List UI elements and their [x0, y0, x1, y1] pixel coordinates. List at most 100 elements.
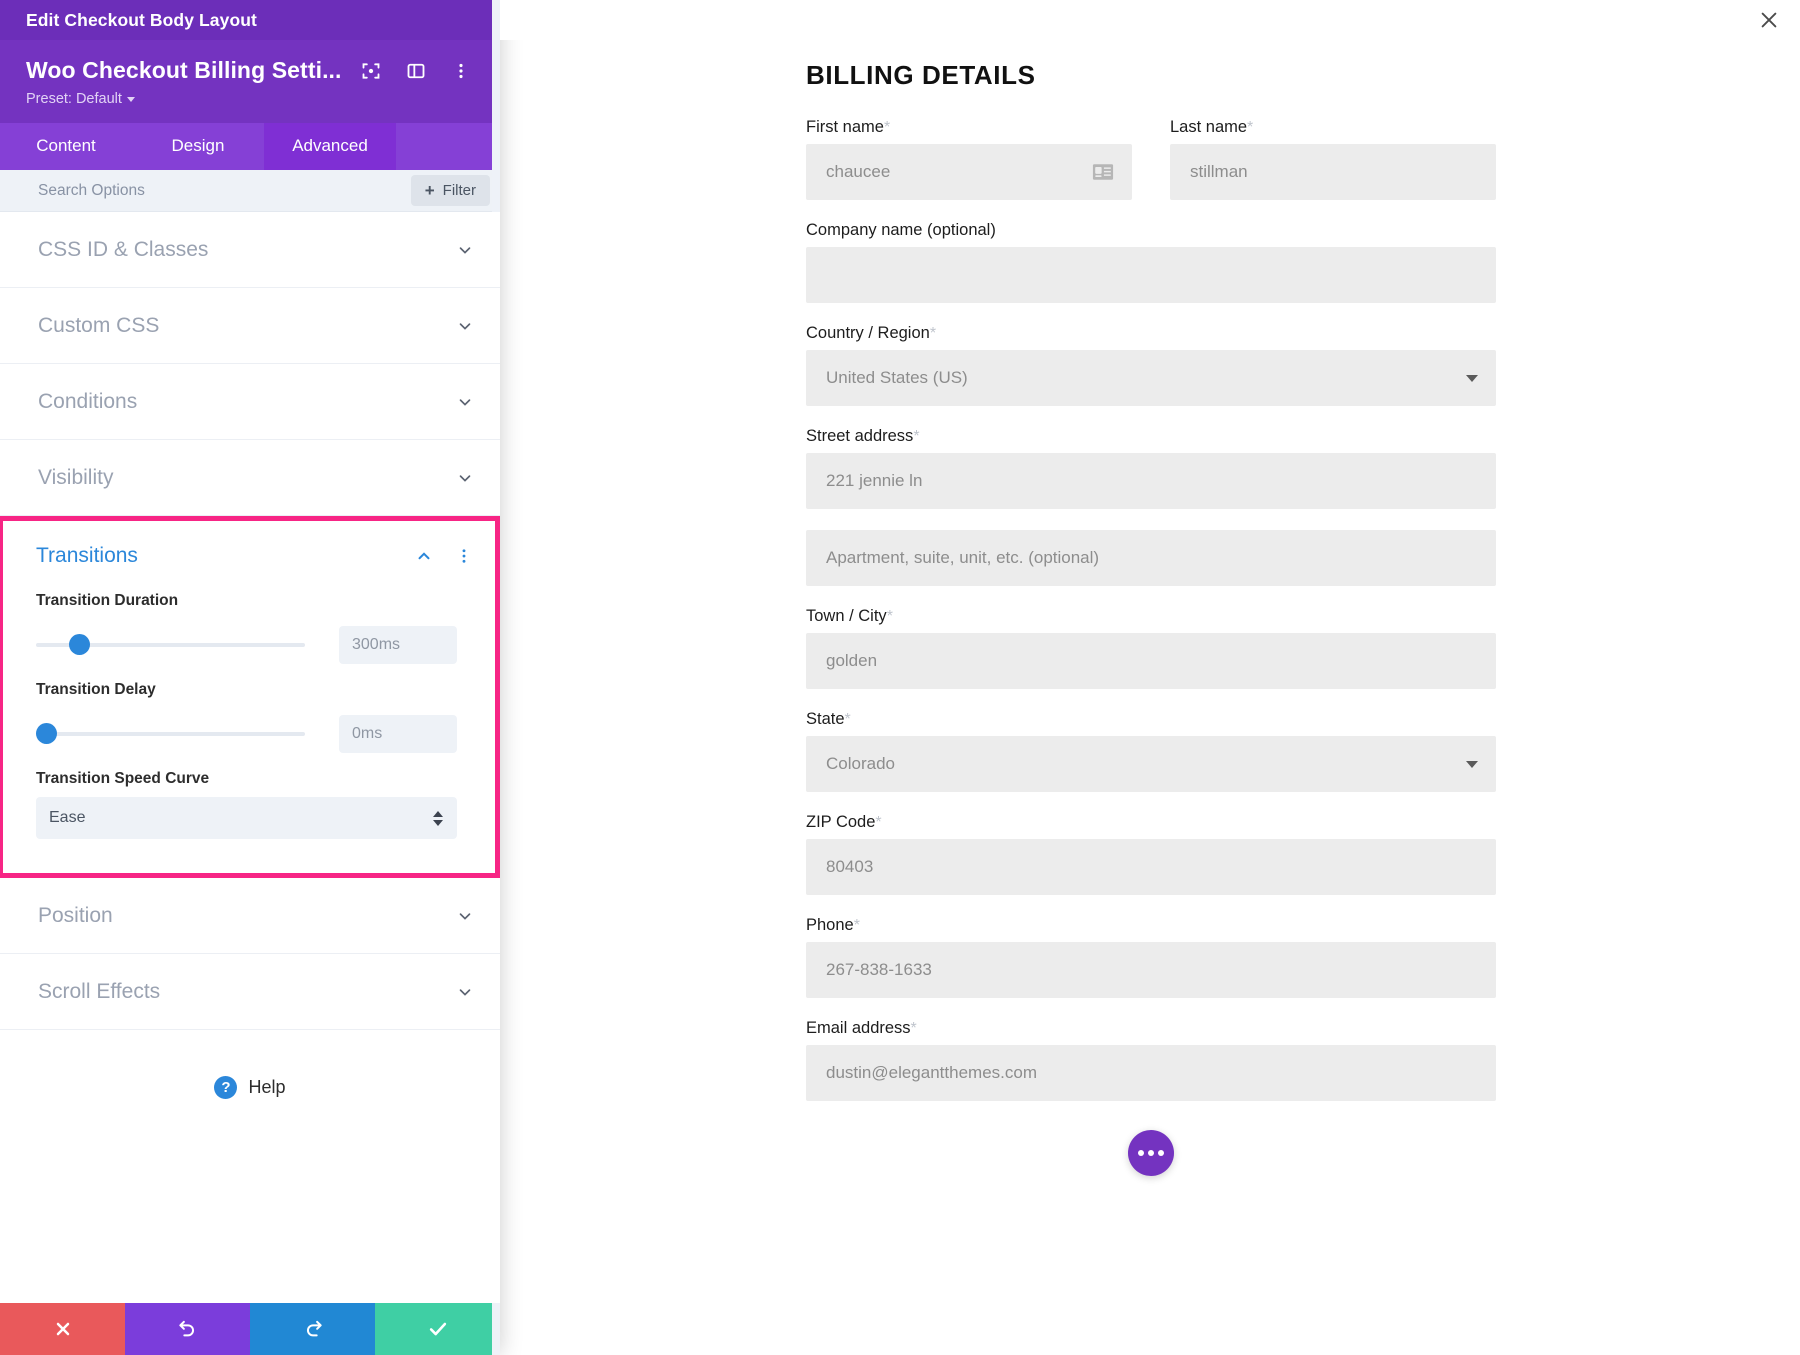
search-row: + Filter: [0, 170, 500, 212]
chevron-down-icon: [456, 317, 474, 335]
company-label: Company name (optional): [806, 221, 996, 239]
street-address-2-value: Apartment, suite, unit, etc. (optional): [826, 548, 1100, 567]
required-marker: *: [1247, 119, 1254, 136]
more-horizontal-icon[interactable]: [1128, 1130, 1174, 1176]
filter-button-label: Filter: [442, 182, 476, 199]
required-marker: *: [844, 711, 851, 728]
window-top-strip: [500, 0, 1800, 40]
field-label: Transition Speed Curve: [36, 770, 210, 787]
city-value: golden: [826, 651, 878, 670]
section-css-id-classes[interactable]: CSS ID & Classes: [0, 212, 500, 288]
chevron-down-icon: [456, 907, 474, 925]
dot: [1148, 1150, 1154, 1156]
layout-panel-icon[interactable]: [405, 60, 427, 82]
required-marker: *: [886, 608, 893, 625]
required-marker: *: [929, 325, 937, 342]
section-transitions-header[interactable]: Transitions: [0, 521, 495, 575]
tab-content[interactable]: Content: [0, 123, 132, 170]
section-visibility[interactable]: Visibility: [0, 440, 500, 516]
label-text: Country / Region: [806, 324, 930, 342]
stepper-arrows-icon: [433, 810, 443, 826]
redo-button[interactable]: [250, 1303, 375, 1355]
more-vertical-icon[interactable]: [455, 547, 473, 565]
street-address-value: 221 jennie ln: [826, 471, 923, 490]
contact-card-icon[interactable]: [1092, 163, 1114, 181]
state-value: Colorado: [826, 754, 895, 773]
country-label: Country / Region*: [806, 324, 1496, 343]
required-marker: *: [883, 119, 891, 136]
help-button[interactable]: ? Help: [0, 1030, 500, 1099]
city-field[interactable]: golden: [806, 633, 1496, 689]
section-custom-css[interactable]: Custom CSS: [0, 288, 500, 364]
first-name-field[interactable]: chaucee: [806, 144, 1132, 200]
field-transition-delay: Transition Delay 0ms: [0, 681, 495, 753]
street-address-field[interactable]: 221 jennie ln: [806, 453, 1496, 509]
label-text: ZIP Code: [806, 813, 876, 831]
required-marker: *: [913, 428, 920, 445]
filter-button[interactable]: + Filter: [410, 175, 490, 206]
section-label: CSS ID & Classes: [38, 237, 209, 261]
phone-field[interactable]: 267-838-1633: [806, 942, 1496, 998]
transition-speed-curve-select[interactable]: Ease: [36, 797, 457, 839]
zip-field[interactable]: 80403: [806, 839, 1496, 895]
chevron-down-icon: [456, 469, 474, 487]
country-select[interactable]: United States (US): [806, 350, 1496, 406]
state-label: State*: [806, 710, 1496, 729]
search-input[interactable]: [38, 181, 411, 200]
country-value: United States (US): [826, 368, 968, 387]
section-label: Custom CSS: [38, 313, 160, 337]
module-title: Woo Checkout Billing Setti...: [26, 57, 342, 83]
transition-delay-slider[interactable]: [36, 723, 305, 745]
undo-button[interactable]: [125, 1303, 250, 1355]
close-icon[interactable]: [1738, 0, 1800, 40]
first-name-label: First name*: [806, 118, 1132, 137]
section-label: Conditions: [38, 389, 138, 413]
preset-selector[interactable]: Preset: Default: [26, 91, 478, 107]
section-label: Scroll Effects: [38, 979, 161, 1003]
street-address-2-field[interactable]: Apartment, suite, unit, etc. (optional): [806, 530, 1496, 586]
section-conditions[interactable]: Conditions: [0, 364, 500, 440]
dot: [1158, 1150, 1164, 1156]
focus-target-icon[interactable]: [360, 60, 382, 82]
cancel-button[interactable]: [0, 1303, 125, 1355]
label-text: Phone: [806, 916, 854, 934]
company-field[interactable]: [806, 247, 1496, 303]
email-label: Email address*: [806, 1019, 1496, 1038]
tab-design[interactable]: Design: [132, 123, 264, 170]
phone-label: Phone*: [806, 916, 1496, 935]
first-name-value: chaucee: [826, 162, 891, 181]
slider-knob[interactable]: [36, 723, 57, 744]
section-position[interactable]: Position: [0, 878, 500, 954]
last-name-value: stillman: [1190, 162, 1248, 181]
required-marker: *: [853, 917, 860, 934]
save-button[interactable]: [375, 1303, 500, 1355]
last-name-field[interactable]: stillman: [1170, 144, 1496, 200]
chevron-down-icon: [456, 241, 474, 259]
chevron-down-icon: [1466, 760, 1478, 768]
section-label: Position: [38, 903, 113, 927]
chevron-down-icon: [456, 983, 474, 1001]
tab-advanced[interactable]: Advanced: [264, 123, 396, 170]
plus-icon: +: [424, 181, 435, 200]
slider-knob[interactable]: [69, 634, 91, 655]
more-vertical-icon[interactable]: [450, 60, 472, 82]
chevron-up-icon[interactable]: [415, 547, 433, 565]
transition-delay-value[interactable]: 0ms: [339, 715, 457, 753]
field-transition-duration: Transition Duration 300ms: [0, 592, 495, 664]
chevron-down-icon: [126, 96, 135, 102]
last-name-label: Last name*: [1170, 118, 1496, 137]
transition-duration-slider[interactable]: [36, 634, 305, 656]
section-scroll-effects[interactable]: Scroll Effects: [0, 954, 500, 1030]
section-label: Transitions: [36, 544, 138, 567]
phone-value: 267-838-1633: [826, 960, 932, 979]
panel-tabs: Content Design Advanced: [0, 123, 500, 170]
state-select[interactable]: Colorado: [806, 736, 1496, 792]
label-text: Last name: [1170, 118, 1248, 136]
email-value: dustin@elegantthemes.com: [826, 1063, 1037, 1082]
field-transition-speed-curve: Transition Speed Curve Ease: [0, 770, 495, 839]
transition-duration-value[interactable]: 300ms: [339, 626, 457, 664]
email-field[interactable]: dustin@elegantthemes.com: [806, 1045, 1496, 1101]
field-label: Transition Delay: [36, 681, 156, 698]
city-label: Town / City*: [806, 607, 1496, 626]
chevron-down-icon: [1466, 374, 1478, 382]
